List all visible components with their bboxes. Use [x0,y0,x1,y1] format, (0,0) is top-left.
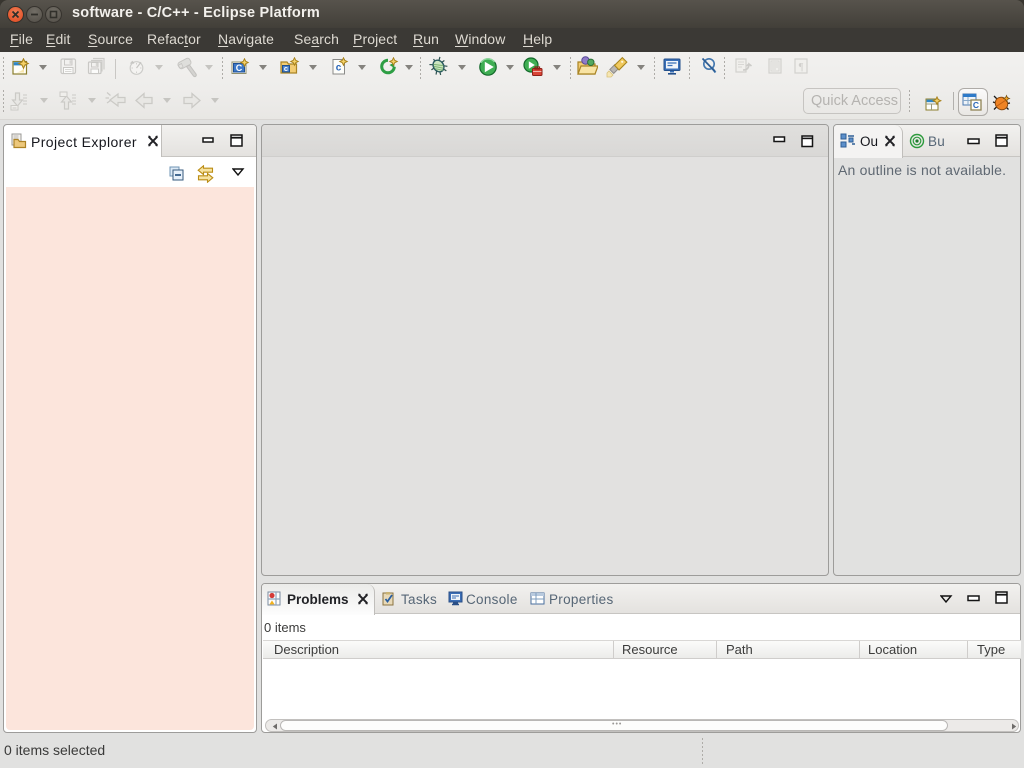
svg-text:C: C [236,63,243,73]
svg-text:c: c [284,64,288,73]
svg-text:C: C [973,100,979,110]
svg-text:c: c [336,63,342,74]
svg-text:¶: ¶ [799,62,804,73]
